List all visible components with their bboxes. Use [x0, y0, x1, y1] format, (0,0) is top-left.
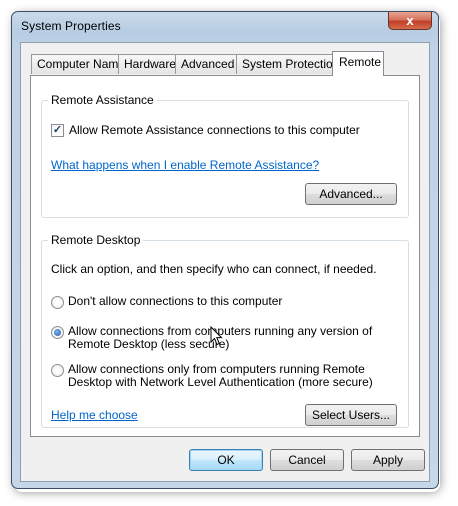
remote-assistance-group: Remote Assistance ✓ Allow Remote Assista…	[41, 93, 409, 218]
tab-hardware[interactable]: Hardware	[118, 54, 176, 74]
remote-desktop-group: Remote Desktop Click an option, and then…	[41, 233, 409, 428]
radio-allow-nla-only[interactable]	[51, 364, 64, 377]
close-icon: x	[406, 13, 414, 28]
dialog-client-area: Computer Name Hardware Advanced System P…	[20, 42, 430, 482]
radio-allow-nla-only-label-line2[interactable]: Desktop with Network Level Authenticatio…	[68, 376, 373, 389]
tab-system-protection[interactable]: System Protection	[236, 54, 339, 74]
remote-assistance-group-label: Remote Assistance	[48, 93, 157, 107]
radio-allow-any-version[interactable]	[51, 326, 64, 339]
remote-assistance-checkbox-label[interactable]: Allow Remote Assistance connections to t…	[69, 124, 360, 137]
apply-button[interactable]: Apply	[351, 449, 425, 471]
help-me-choose-link[interactable]: Help me choose	[51, 408, 138, 422]
tab-advanced[interactable]: Advanced	[175, 54, 237, 74]
system-properties-window: System Properties x Computer Name Hardwa…	[11, 11, 439, 489]
arrow-pointer-icon	[210, 326, 223, 346]
tab-computer-name[interactable]: Computer Name	[31, 54, 125, 74]
radio-dont-allow[interactable]	[51, 296, 64, 309]
checkmark-icon: ✓	[52, 124, 63, 136]
remote-desktop-group-label: Remote Desktop	[48, 233, 144, 247]
radio-allow-any-version-label-line2[interactable]: Remote Desktop (less secure)	[68, 338, 229, 351]
radio-dont-allow-label[interactable]: Don't allow connections to this computer	[68, 295, 282, 308]
window-title: System Properties	[21, 19, 121, 33]
remote-assistance-help-link[interactable]: What happens when I enable Remote Assist…	[51, 158, 319, 172]
close-button[interactable]: x	[388, 12, 432, 30]
select-users-button[interactable]: Select Users...	[305, 404, 397, 426]
remote-assistance-checkbox[interactable]: ✓	[51, 124, 64, 137]
advanced-button[interactable]: Advanced...	[305, 183, 397, 205]
cancel-button[interactable]: Cancel	[270, 449, 344, 471]
tab-remote[interactable]: Remote	[332, 51, 384, 76]
ok-button[interactable]: OK	[189, 449, 263, 471]
remote-tab-panel: Remote Assistance ✓ Allow Remote Assista…	[30, 75, 420, 437]
remote-desktop-instructions: Click an option, and then specify who ca…	[51, 262, 377, 276]
